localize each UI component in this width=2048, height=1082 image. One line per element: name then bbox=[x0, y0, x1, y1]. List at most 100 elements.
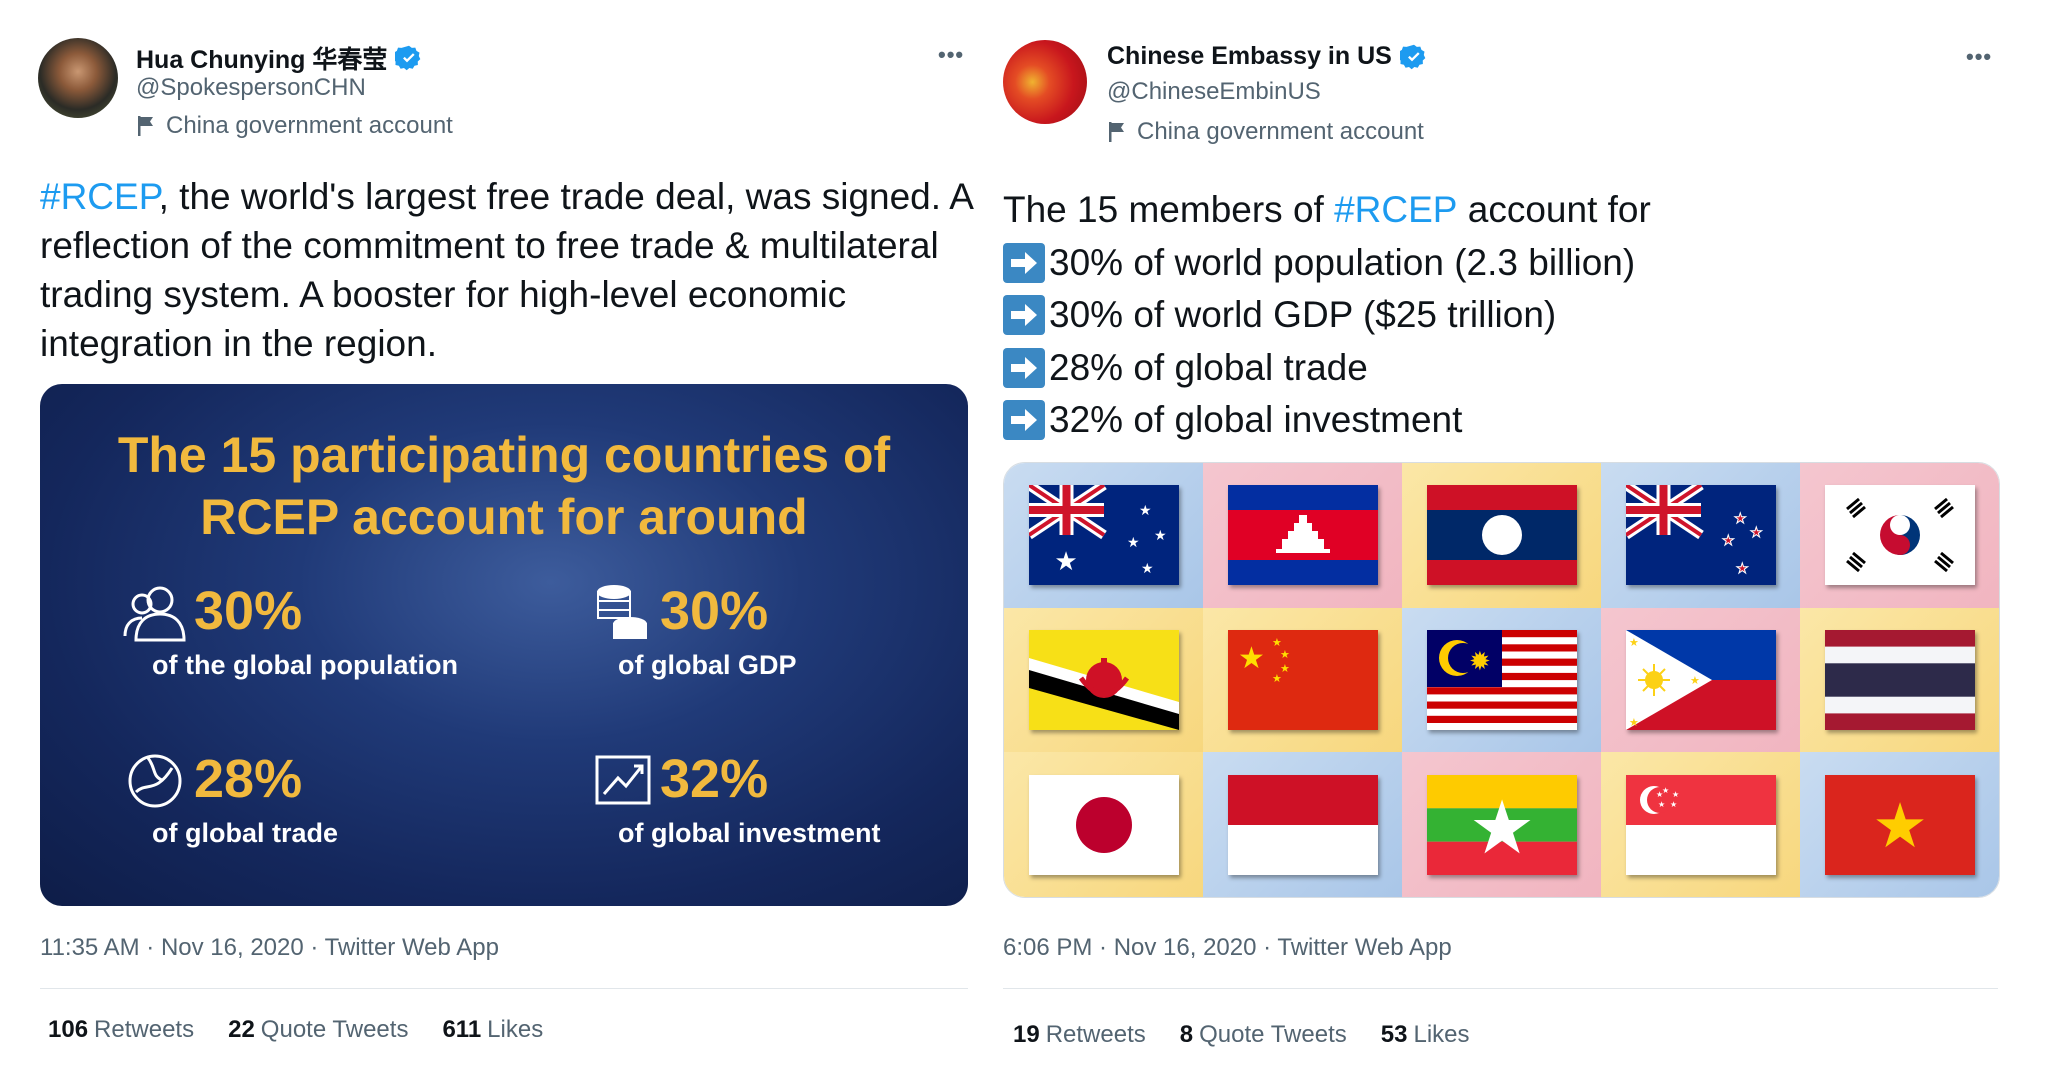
flag-icon bbox=[138, 116, 153, 136]
quote-tweets-count[interactable]: 22 Quote Tweets bbox=[228, 1016, 408, 1044]
verified-badge-icon bbox=[1399, 44, 1426, 69]
myanmar-flag-icon: ★ bbox=[1426, 774, 1577, 875]
coins-icon bbox=[597, 585, 647, 639]
svg-text:★: ★ bbox=[1872, 792, 1928, 861]
engagement-stats: 106 Retweets 22 Quote Tweets 611 Likes bbox=[48, 1016, 543, 1044]
svg-text:★: ★ bbox=[1272, 637, 1282, 649]
right-arrow-icon bbox=[1003, 400, 1045, 441]
avatar[interactable] bbox=[1003, 40, 1087, 124]
svg-text:★: ★ bbox=[1670, 800, 1677, 809]
philippines-flag-icon: ★ ★ ★ bbox=[1625, 629, 1776, 730]
svg-text:★: ★ bbox=[1127, 534, 1140, 550]
south-korea-flag-icon bbox=[1824, 485, 1975, 586]
quote-tweets-count[interactable]: 8 Quote Tweets bbox=[1180, 1021, 1347, 1049]
svg-text:★: ★ bbox=[1690, 675, 1700, 687]
china-flag-icon: ★ ★★★★ bbox=[1227, 629, 1378, 730]
retweets-count[interactable]: 19 Retweets bbox=[1013, 1021, 1146, 1049]
vietnam-flag-icon: ★ bbox=[1824, 774, 1975, 875]
right-arrow-icon bbox=[1003, 242, 1045, 283]
government-account-label: China government account bbox=[1107, 118, 1424, 146]
flag-cell bbox=[1004, 752, 1203, 897]
malaysia-flag-icon: ✹ bbox=[1426, 629, 1577, 730]
more-options-icon[interactable]: ••• bbox=[1966, 44, 1992, 70]
tweet-hua-chunying: Hua Chunying 华春莹 @SpokespersonCHN China … bbox=[0, 0, 1000, 1082]
globe-icon bbox=[128, 754, 182, 808]
right-arrow-icon bbox=[1003, 347, 1045, 388]
engagement-stats: 19 Retweets 8 Quote Tweets 53 Likes bbox=[1013, 1021, 1470, 1049]
verified-badge-icon bbox=[395, 45, 421, 71]
flag-cell: ★ ★ ★ ★ bbox=[1601, 463, 1800, 608]
author-name-row[interactable]: Hua Chunying 华春莹 bbox=[136, 40, 423, 76]
svg-text:★: ★ bbox=[1658, 800, 1665, 809]
hashtag-link[interactable]: #RCEP bbox=[1334, 184, 1457, 237]
likes-count[interactable]: 611 Likes bbox=[442, 1016, 543, 1044]
bullet-item: 28% of global trade bbox=[1003, 342, 2023, 395]
tweet-media-flags-grid[interactable]: ★ ★ ★ ★ ★ ★ ★ ★ ★ ★ ★ ★ ★ ★ ✹ ★ ★ ★ ★ ★ … bbox=[1003, 462, 2000, 898]
right-arrow-icon bbox=[1003, 295, 1045, 336]
svg-text:★: ★ bbox=[1141, 560, 1154, 576]
indonesia-flag-icon bbox=[1227, 774, 1378, 875]
laos-flag-icon bbox=[1426, 485, 1577, 586]
new-zealand-flag-icon: ★★★★ bbox=[1625, 485, 1776, 586]
bullet-item: 32% of global investment bbox=[1003, 394, 2023, 447]
svg-text:★: ★ bbox=[1054, 546, 1077, 576]
svg-text:★: ★ bbox=[1139, 502, 1152, 518]
svg-text:★: ★ bbox=[1736, 560, 1749, 576]
hashtag-link[interactable]: #RCEP bbox=[40, 176, 159, 217]
svg-text:★: ★ bbox=[1154, 527, 1167, 543]
svg-text:★: ★ bbox=[1656, 790, 1663, 799]
brunei-flag-icon bbox=[1028, 629, 1179, 730]
divider bbox=[1003, 988, 1998, 989]
people-icon bbox=[123, 586, 186, 642]
svg-text:★: ★ bbox=[1468, 786, 1534, 869]
divider bbox=[40, 988, 968, 989]
thailand-flag-icon bbox=[1824, 629, 1975, 730]
svg-text:★: ★ bbox=[1629, 717, 1639, 729]
author-name[interactable]: Chinese Embassy in US bbox=[1107, 42, 1392, 71]
author-handle[interactable]: @ChineseEmbinUS bbox=[1107, 78, 1321, 106]
government-account-label: China government account bbox=[136, 112, 453, 140]
flag-cell: ★ ★ ★ bbox=[1601, 607, 1800, 753]
svg-text:★: ★ bbox=[1734, 510, 1747, 526]
avatar[interactable] bbox=[38, 38, 118, 118]
trend-chart-icon bbox=[595, 755, 651, 805]
tweet-text: #RCEP, the world's largest free trade de… bbox=[40, 176, 972, 364]
likes-count[interactable]: 53 Likes bbox=[1381, 1021, 1470, 1049]
flag-cell bbox=[1203, 752, 1402, 897]
tweet-timestamp[interactable]: 6:06 PM · Nov 16, 2020 · Twitter Web App bbox=[1003, 934, 1452, 962]
tweet-media-infographic[interactable]: The 15 participating countries of RCEP a… bbox=[40, 384, 968, 906]
svg-text:★: ★ bbox=[1238, 642, 1265, 675]
japan-flag-icon bbox=[1028, 774, 1179, 875]
flag-cell: ★ bbox=[1402, 752, 1601, 897]
svg-text:★: ★ bbox=[1722, 532, 1735, 548]
cambodia-flag-icon bbox=[1227, 485, 1378, 586]
flag-cell: ★ ★ ★ ★ ★ bbox=[1203, 607, 1402, 753]
tweet-timestamp[interactable]: 11:35 AM · Nov 16, 2020 · Twitter Web Ap… bbox=[40, 934, 499, 962]
flag-cell: ★ ★ ★ ★ ★ bbox=[1004, 463, 1203, 608]
flag-cell bbox=[1800, 463, 1999, 608]
author-name[interactable]: Hua Chunying 华春莹 bbox=[136, 40, 387, 76]
more-options-icon[interactable]: ••• bbox=[938, 42, 964, 68]
svg-text:★: ★ bbox=[1629, 637, 1639, 649]
singapore-flag-icon: ★ ★★★★ bbox=[1625, 774, 1776, 875]
flag-cell bbox=[1004, 607, 1203, 753]
infographic-title: The 15 participating countries of RCEP a… bbox=[117, 427, 891, 545]
flag-icon bbox=[1109, 122, 1124, 142]
australia-flag-icon: ★★★★★ bbox=[1028, 485, 1179, 586]
flag-cell bbox=[1203, 463, 1402, 608]
svg-text:★: ★ bbox=[1672, 790, 1679, 799]
svg-text:★: ★ bbox=[1272, 673, 1282, 685]
flag-cell: ★ bbox=[1800, 752, 1999, 897]
tweet-chinese-embassy: Chinese Embassy in US @ChineseEmbinUS Ch… bbox=[963, 0, 2048, 1082]
author-handle[interactable]: @SpokespersonCHN bbox=[136, 74, 366, 102]
retweets-count[interactable]: 106 Retweets bbox=[48, 1016, 194, 1044]
flag-cell: ★ ★ ★ ★ ★ bbox=[1601, 752, 1800, 897]
svg-text:★: ★ bbox=[1280, 649, 1290, 661]
author-name-row[interactable]: Chinese Embassy in US bbox=[1107, 42, 1428, 71]
bullet-item: 30% of world GDP ($25 trillion) bbox=[1003, 289, 2023, 342]
flag-cell bbox=[1800, 607, 1999, 753]
flag-cell: ✹ bbox=[1402, 607, 1601, 753]
flag-cell bbox=[1402, 463, 1601, 608]
svg-text:★: ★ bbox=[1750, 524, 1763, 540]
tweet-text: The 15 members of #RCEP account for 30% … bbox=[1003, 184, 2023, 447]
